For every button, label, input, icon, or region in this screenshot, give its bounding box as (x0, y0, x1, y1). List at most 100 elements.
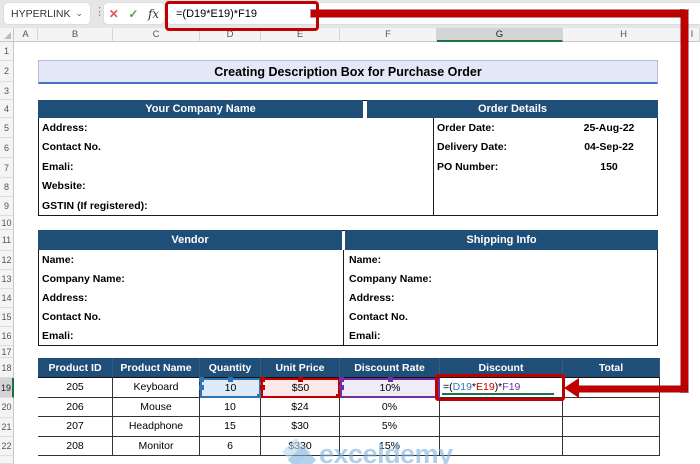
range-handle[interactable] (387, 377, 393, 382)
row-header-12[interactable]: 12 (0, 251, 14, 270)
company-field-label[interactable]: Address: (42, 118, 88, 137)
table-cell[interactable]: 207 (38, 417, 113, 437)
range-handle[interactable] (260, 377, 265, 382)
table-cell[interactable]: 205 (38, 378, 113, 398)
company-field-label[interactable]: GSTIN (If registered): (42, 196, 148, 215)
row-header-13[interactable]: 13 (0, 270, 14, 289)
order-field-label[interactable]: PO Number: (437, 157, 498, 176)
row-header-7[interactable]: 7 (0, 158, 14, 178)
column-header-H[interactable]: H (563, 28, 685, 42)
order-field-value[interactable]: 04-Sep-22 (563, 138, 655, 157)
row-header-17[interactable]: 17 (0, 346, 14, 358)
table-cell-highlighted[interactable]: 10 (199, 377, 262, 399)
column-header-D[interactable]: D (200, 28, 261, 42)
range-handle[interactable] (228, 377, 233, 382)
row-header-9[interactable]: 9 (0, 197, 14, 216)
company-field-label[interactable]: Website: (42, 177, 86, 196)
confirm-icon[interactable]: ✓ (128, 7, 138, 21)
vendor-field-label[interactable]: Name: (42, 250, 74, 269)
table-cell[interactable]: 15 (200, 417, 261, 437)
row-header-8[interactable]: 8 (0, 178, 14, 197)
row-header-11[interactable]: 11 (0, 230, 14, 251)
row-header-16[interactable]: 16 (0, 327, 14, 346)
row-header-15[interactable]: 15 (0, 308, 14, 327)
row-header-6[interactable]: 6 (0, 138, 14, 158)
table-header-quantity[interactable]: Quantity (200, 358, 261, 378)
table-cell[interactable]: Headphone (113, 417, 200, 437)
company-field-label[interactable]: Emali: (42, 157, 74, 176)
row-header-4[interactable]: 4 (0, 100, 14, 118)
table-cell[interactable]: $30 (261, 417, 340, 437)
row-header-21[interactable]: 21 (0, 417, 14, 437)
column-header-A[interactable]: A (14, 28, 38, 42)
table-header-total[interactable]: Total (563, 358, 660, 378)
row-header-20[interactable]: 20 (0, 398, 14, 418)
vendor-field-label[interactable]: Emali: (42, 327, 74, 346)
company-field-label[interactable]: Contact No. (42, 138, 101, 157)
row-header-14[interactable]: 14 (0, 289, 14, 308)
range-handle[interactable] (339, 385, 344, 391)
order-field-label[interactable]: Order Date: (437, 118, 495, 137)
discount-formula-cell[interactable]: =(D19 * E19)* F19 (440, 378, 563, 398)
column-header-B[interactable]: B (38, 28, 113, 42)
table-cell[interactable] (563, 417, 660, 437)
column-header-C[interactable]: C (113, 28, 200, 42)
range-handle[interactable] (199, 377, 204, 382)
table-cell-highlighted[interactable]: 10% (339, 377, 441, 399)
name-box[interactable]: HYPERLINK ⌄ (4, 3, 90, 24)
table-cell[interactable] (440, 436, 563, 456)
column-header-E[interactable]: E (261, 28, 340, 42)
table-header-unit-price[interactable]: Unit Price (261, 358, 340, 378)
table-cell[interactable]: 5% (340, 417, 440, 437)
table-cell[interactable]: 10 (200, 397, 261, 417)
shipping-field-label[interactable]: Emali: (349, 327, 381, 346)
shipping-field-label[interactable]: Company Name: (349, 269, 432, 288)
order-field-value[interactable]: 25-Aug-22 (563, 118, 655, 137)
row-header-5[interactable]: 5 (0, 118, 14, 138)
column-header-G[interactable]: G (437, 28, 563, 42)
row-header-18[interactable]: 18 (0, 358, 14, 378)
table-cell[interactable]: $24 (261, 397, 340, 417)
row-header-3[interactable]: 3 (0, 82, 14, 100)
insert-function-icon[interactable]: fx (148, 7, 159, 21)
order-field-label[interactable]: Delivery Date: (437, 138, 507, 157)
row-header-10[interactable]: 10 (0, 216, 14, 230)
table-cell[interactable]: 6 (200, 436, 261, 456)
table-cell[interactable]: $330 (261, 436, 340, 456)
shipping-field-label[interactable]: Address: (349, 288, 395, 307)
table-cell[interactable]: 15% (340, 436, 440, 456)
range-handle[interactable] (199, 385, 204, 391)
table-cell[interactable] (440, 417, 563, 437)
order-section-header[interactable]: Order Details (367, 100, 658, 118)
table-cell[interactable] (440, 397, 563, 417)
shipping-section-header[interactable]: Shipping Info (345, 230, 658, 250)
row-header-19[interactable]: 19 (0, 378, 14, 398)
table-cell[interactable]: 0% (340, 397, 440, 417)
table-header-product-name[interactable]: Product Name (113, 358, 200, 378)
column-header-F[interactable]: F (340, 28, 437, 42)
row-header-1[interactable]: 1 (0, 42, 14, 61)
table-cell-highlighted[interactable]: $50 (260, 377, 341, 399)
vendor-field-label[interactable]: Company Name: (42, 269, 125, 288)
cancel-icon[interactable]: ✕ (109, 7, 119, 21)
select-all-corner[interactable] (0, 28, 14, 42)
table-header-discount[interactable]: Discount (440, 358, 563, 378)
vendor-field-label[interactable]: Address: (42, 288, 88, 307)
shipping-field-label[interactable]: Contact No. (349, 308, 408, 327)
shipping-field-label[interactable]: Name: (349, 250, 381, 269)
range-handle[interactable] (339, 377, 344, 382)
chevron-down-icon[interactable]: ⌄ (75, 9, 83, 18)
row-header-2[interactable]: 2 (0, 60, 14, 82)
table-cell[interactable]: 206 (38, 397, 113, 417)
sheet-title[interactable]: Creating Description Box for Purchase Or… (38, 60, 658, 84)
table-cell[interactable]: Monitor (113, 436, 200, 456)
range-handle[interactable] (298, 377, 303, 382)
vendor-section-header[interactable]: Vendor (38, 230, 342, 250)
company-section-header[interactable]: Your Company Name (38, 100, 363, 118)
vendor-field-label[interactable]: Contact No. (42, 308, 101, 327)
table-cell[interactable]: Keyboard (113, 378, 200, 398)
table-header-product-id[interactable]: Product ID (38, 358, 113, 378)
range-handle[interactable] (260, 385, 265, 391)
table-cell[interactable]: Mouse (113, 397, 200, 417)
table-header-discount-rate[interactable]: Discount Rate (340, 358, 440, 378)
